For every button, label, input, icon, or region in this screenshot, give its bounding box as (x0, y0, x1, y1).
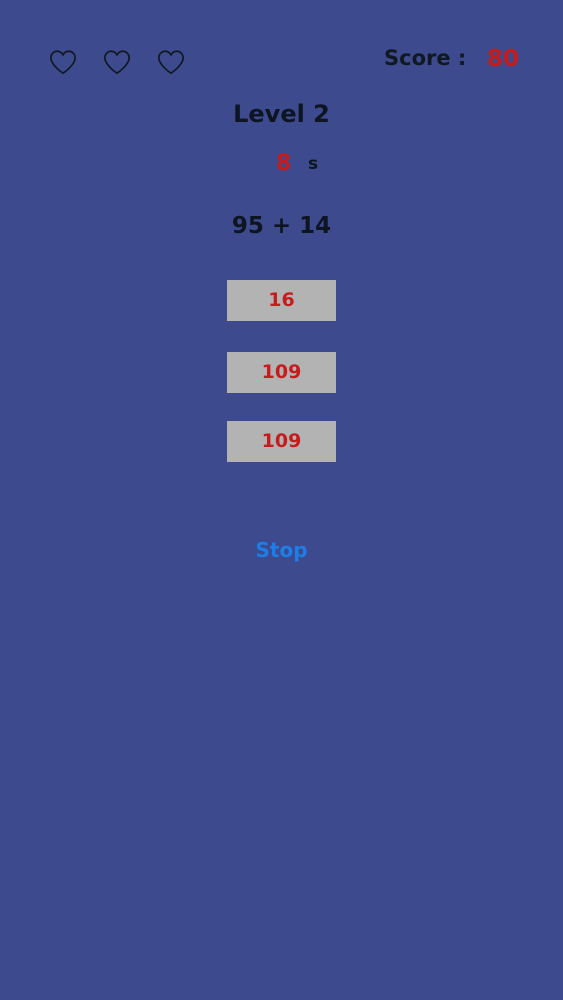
level-title: Level 2 (233, 100, 330, 128)
score-label: Score : (384, 46, 467, 70)
answer-button-1[interactable]: 16 (227, 280, 336, 321)
stop-button[interactable]: Stop (0, 538, 563, 562)
lives-container (48, 48, 186, 76)
timer-value: 8 (276, 151, 292, 176)
heart-outline-icon (158, 50, 184, 75)
answer-button-2[interactable]: 109 (227, 352, 336, 393)
math-question: 95 + 14 (231, 213, 332, 239)
heart-outline-icon (50, 50, 76, 75)
timer-unit: s (308, 154, 319, 174)
score-value: 80 (487, 46, 520, 72)
heart-outline-icon (104, 50, 130, 75)
answer-button-3[interactable]: 109 (227, 421, 336, 462)
